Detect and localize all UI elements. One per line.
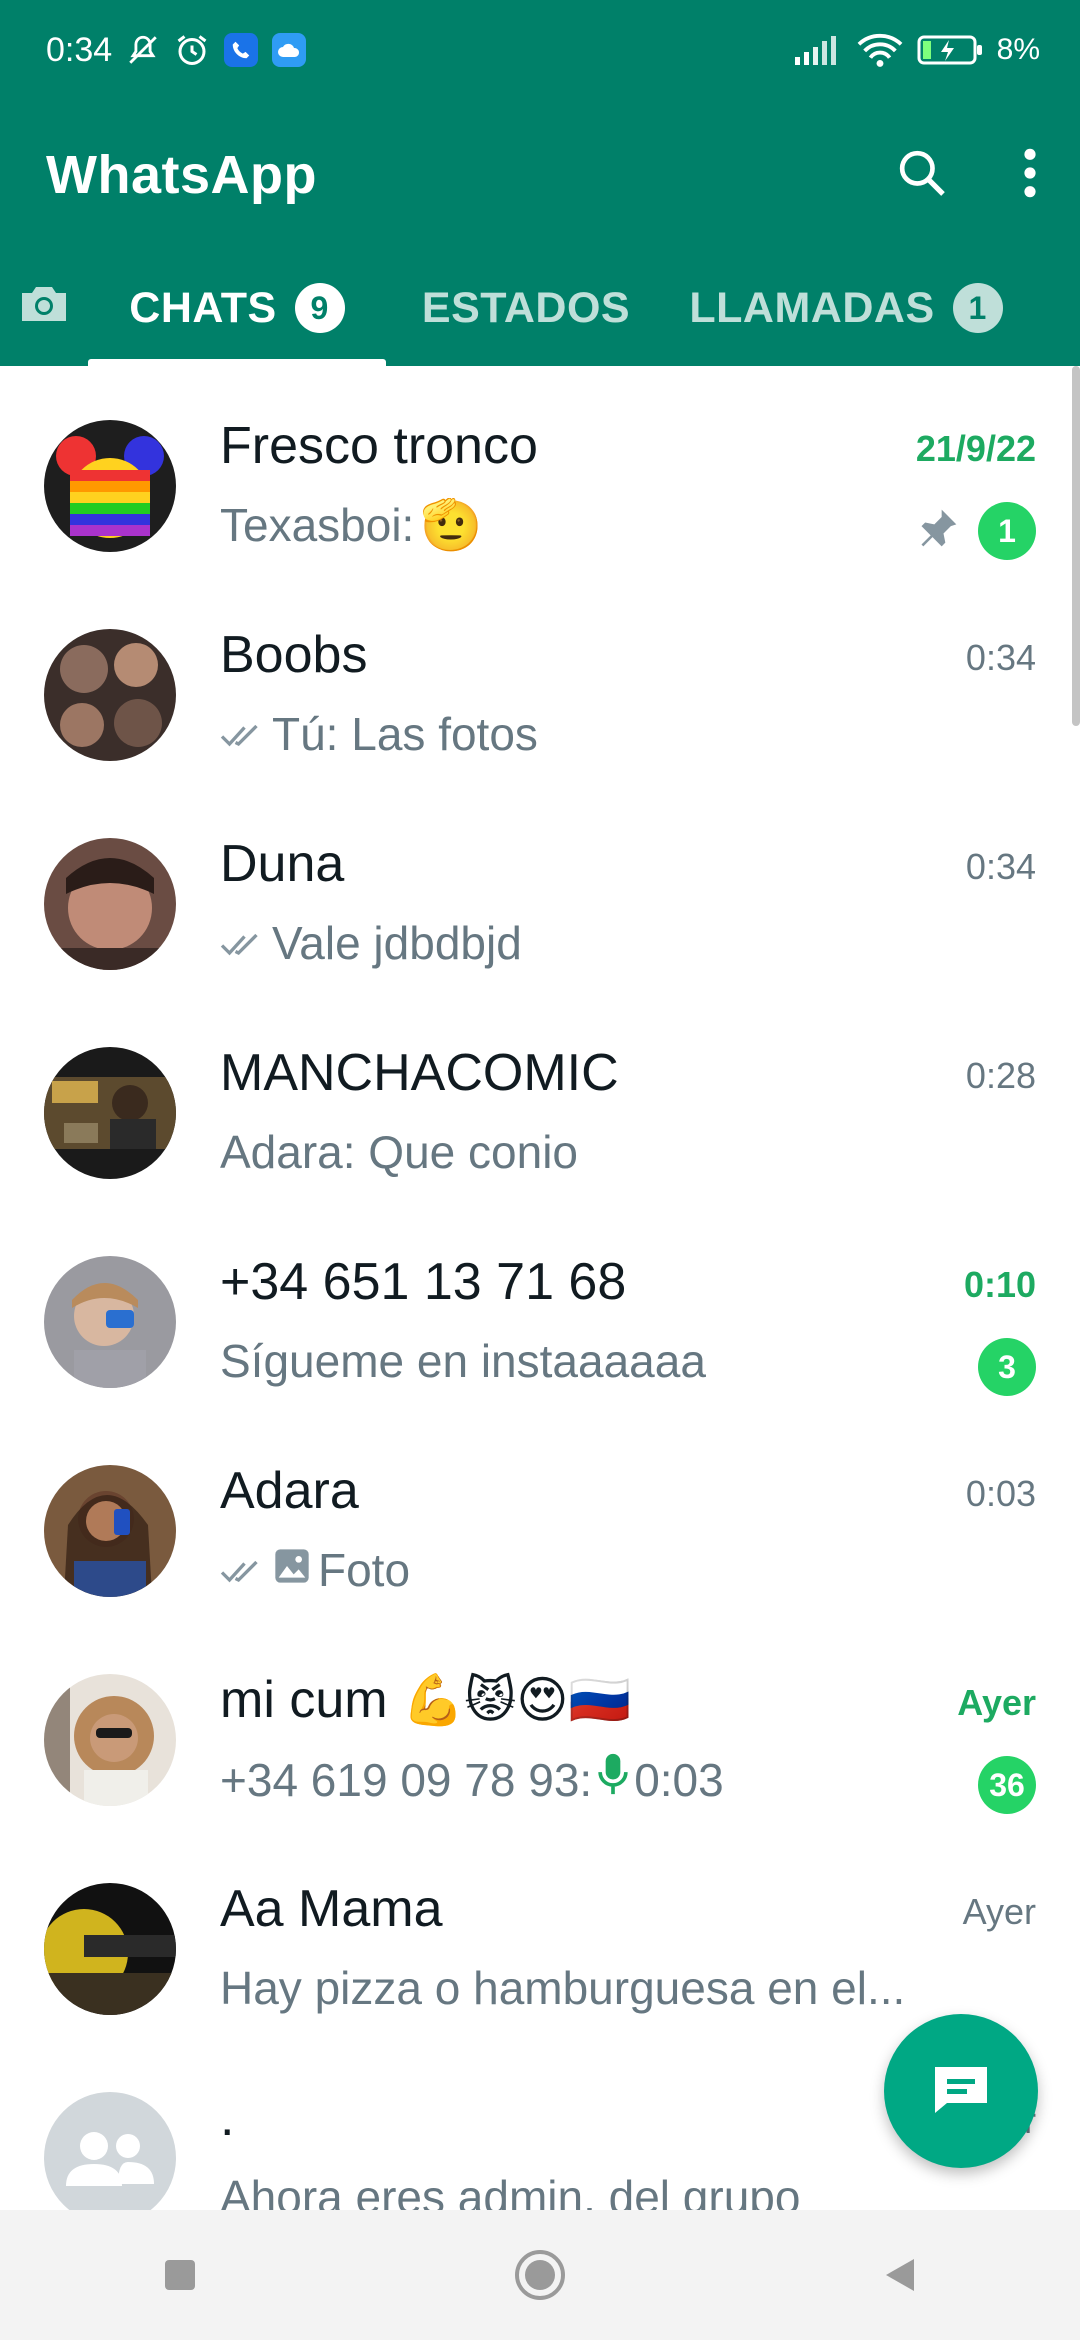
chat-time: 0:34 [965,846,1036,887]
preview-text: Adara: Que conio [220,1126,579,1178]
status-time: 0:34 [46,30,113,69]
preview-text: Foto [318,1544,411,1596]
recents-button[interactable] [120,2225,240,2325]
chat-preview: Vale jdbdbjd [220,916,990,970]
chat-name: Fresco tronco [220,417,538,475]
microphone-icon [598,1752,628,1807]
new-chat-button[interactable] [884,2014,1038,2168]
chat-preview: Texasboi: 🫡 [220,498,990,552]
cloud-app-icon [272,33,307,67]
chat-time: 0:34 [965,637,1036,678]
battery-percent: 8% [996,33,1040,66]
app-title: WhatsApp [46,145,317,205]
chat-name: mi cum 💪😾😍🇷🇺 [220,1670,631,1730]
battery-charging-icon [917,34,983,66]
tab-chats[interactable]: CHATS 9 [88,250,386,366]
chat-time: 0:03 [965,1473,1036,1514]
chat-row[interactable]: +34 651 13 71 68 Sígueme en instaaaaaa 0… [0,1202,1080,1411]
chat-row[interactable]: Aa Mama Hay pizza o hamburguesa en el...… [0,1829,1080,2038]
phone-app-icon [224,33,259,67]
chat-row[interactable]: Duna Vale jdbdbjd 0:34 [0,784,1080,993]
saluting-face-emoji: 🫡 [420,498,483,552]
avatar[interactable] [44,1047,176,1179]
preview-text: Texasboi: [220,499,415,551]
chat-time: 0:28 [965,1055,1036,1096]
home-button[interactable] [480,2225,600,2325]
audio-duration: 0:03 [634,1753,724,1806]
preview-text: Sígueme en instaaaaaa [220,1335,706,1387]
tab-estados-label: ESTADOS [421,283,631,332]
avatar[interactable] [44,2092,176,2210]
tab-llamadas[interactable]: LLAMADAS 1 [666,250,1026,366]
chat-list[interactable]: Fresco tronco Texasboi: 🫡 21/9/22 1 Boob… [0,366,1080,2210]
alarm-icon [174,32,210,68]
scrollbar[interactable] [1072,366,1080,726]
chat-preview: Adara: Que conio [220,1125,990,1179]
chat-preview: Foto [220,1543,990,1597]
chat-row[interactable]: mi cum 💪😾😍🇷🇺 +34 619 09 78 93: 0:03 Ayer… [0,1620,1080,1829]
camera-icon [18,280,70,337]
avatar[interactable] [44,1465,176,1597]
chat-time: 0:10 [963,1264,1036,1305]
chat-time: Ayer [962,1891,1036,1932]
avatar[interactable] [44,838,176,970]
chat-name-text: mi cum [220,1671,402,1729]
tab-llamadas-badge: 1 [952,283,1003,333]
mute-icon [126,33,160,67]
chat-preview: Sígueme en instaaaaaa [220,1334,990,1388]
chat-name: Aa Mama [220,1880,443,1938]
avatar[interactable] [44,1674,176,1806]
group-icon [66,2132,154,2186]
avatar[interactable] [44,420,176,552]
status-bar: 0:34 8% [0,0,1080,100]
avatar[interactable] [44,1256,176,1388]
chat-time: 21/9/22 [915,428,1036,469]
photo-icon [272,1543,312,1597]
wifi-icon [857,32,903,68]
preview-text: Vale jdbdbjd [272,917,522,969]
chat-name: MANCHACOMIC [220,1044,619,1102]
tab-chats-badge: 9 [294,283,345,333]
unread-badge: 3 [978,1338,1036,1396]
double-check-icon [220,1543,266,1597]
pin-icon [916,506,960,555]
app-bar: WhatsApp [0,100,1080,250]
search-icon[interactable] [894,145,950,206]
chat-preview: Ahora eres admin. del grupo [220,2170,990,2210]
unread-badge: 36 [978,1756,1036,1814]
double-check-icon [220,707,266,761]
chat-row[interactable]: Boobs Tú: Las fotos 0:34 [0,575,1080,784]
preview-text: Tú: Las fotos [272,708,538,760]
tab-chats-label: CHATS [129,283,277,332]
tab-camera[interactable] [0,250,88,366]
chat-row[interactable]: MANCHACOMIC Adara: Que conio 0:28 [0,993,1080,1202]
chat-name: Duna [220,835,345,893]
avatar[interactable] [44,629,176,761]
chat-name: Adara [220,1462,359,1520]
chat-name-emoji: 💪😾😍🇷🇺 [402,1672,631,1728]
chat-preview: Hay pizza o hamburguesa en el... [220,1961,990,2015]
back-button[interactable] [840,2225,960,2325]
chat-preview: +34 619 09 78 93: 0:03 [220,1752,990,1807]
chat-row[interactable]: Fresco tronco Texasboi: 🫡 21/9/22 1 [0,366,1080,575]
tab-estados[interactable]: ESTADOS [386,250,666,366]
chat-name: . [220,2089,235,2147]
chat-preview: Tú: Las fotos [220,707,990,761]
signal-icon [793,35,843,65]
chat-row[interactable]: Adara Foto 0:03 [0,1411,1080,1620]
double-check-icon [220,916,266,970]
tab-bar: CHATS 9 ESTADOS LLAMADAS 1 [0,250,1080,366]
more-options-icon[interactable] [1020,145,1040,206]
preview-text: Hay pizza o hamburguesa en el... [220,1962,906,2014]
tab-llamadas-label: LLAMADAS [689,283,935,332]
unread-badge: 1 [978,502,1036,560]
new-chat-icon [929,2061,993,2122]
chat-name: Boobs [220,626,368,684]
chat-name: +34 651 13 71 68 [220,1253,627,1311]
avatar[interactable] [44,1883,176,2015]
preview-text: Ahora eres admin. del grupo [220,2171,801,2210]
navigation-bar [0,2210,1080,2340]
chat-time: Ayer [957,1682,1036,1723]
preview-text: +34 619 09 78 93: [220,1753,593,1806]
